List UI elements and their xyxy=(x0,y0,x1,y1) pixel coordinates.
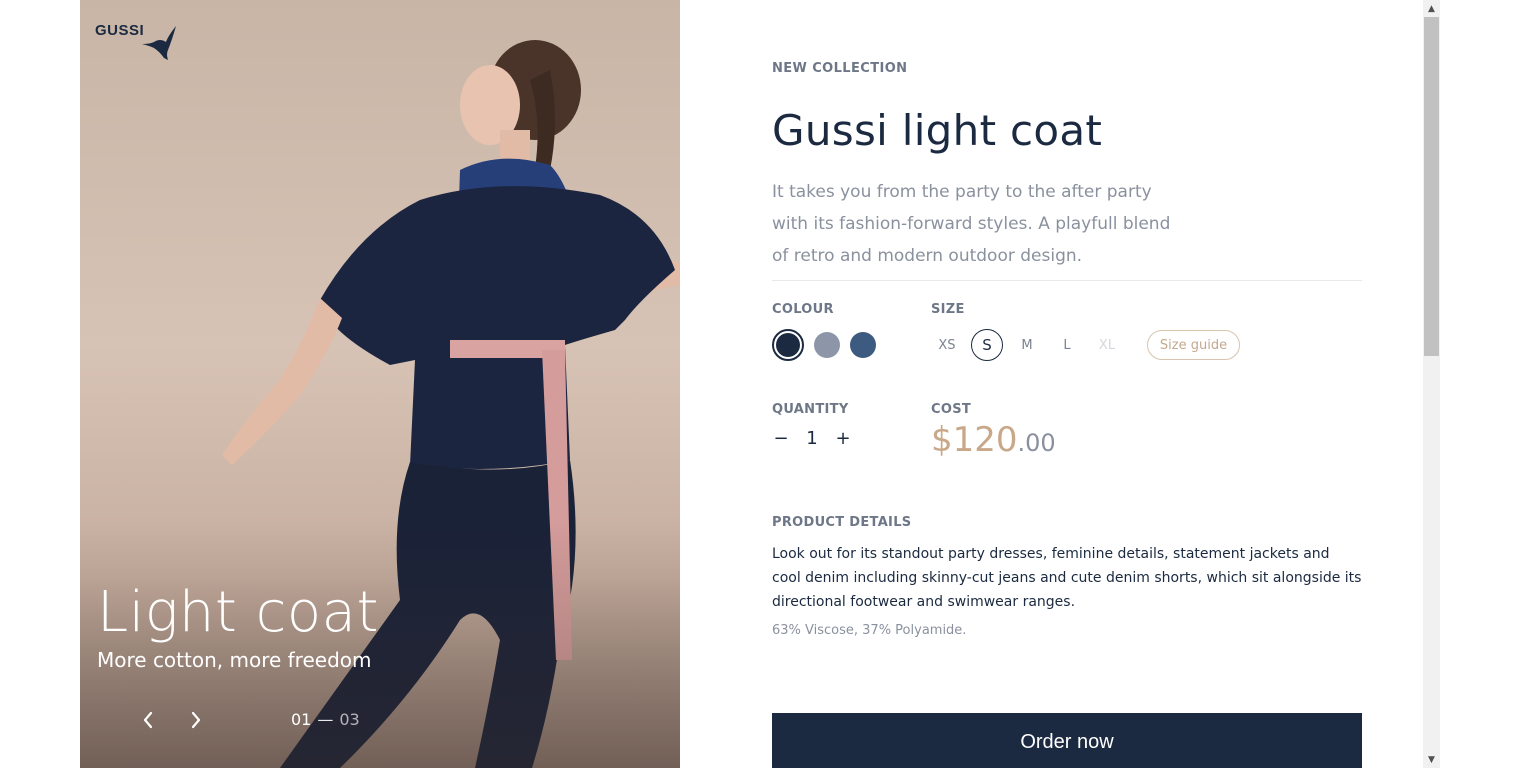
chevron-left-icon xyxy=(143,711,153,729)
next-slide-button[interactable] xyxy=(184,708,208,732)
size-option-l[interactable]: L xyxy=(1051,329,1083,361)
page-scrollbar[interactable]: ▲ ▼ xyxy=(1423,0,1440,768)
quantity-increment-button[interactable]: + xyxy=(834,428,852,449)
price-cents: .00 xyxy=(1017,429,1056,457)
collection-label: NEW COLLECTION xyxy=(772,61,908,76)
size-option-xs[interactable]: XS xyxy=(931,329,963,361)
pager-current: 01 xyxy=(291,710,312,729)
colour-swatch-blue[interactable] xyxy=(850,332,876,358)
size-options: XS S M L XL xyxy=(931,329,1131,361)
previous-slide-button[interactable] xyxy=(136,708,160,732)
scrollbar-thumb[interactable] xyxy=(1424,17,1439,356)
bird-icon xyxy=(142,26,177,60)
hero-panel: GUSSI Light coat More cotton, more freed… xyxy=(80,0,680,768)
size-option-s[interactable]: S xyxy=(971,329,1003,361)
quantity-value[interactable]: 1 xyxy=(790,428,834,449)
product-title: Gussi light coat xyxy=(772,106,1103,155)
cost-label: COST xyxy=(931,402,972,417)
colour-swatches xyxy=(772,329,886,361)
size-option-m[interactable]: M xyxy=(1011,329,1043,361)
product-details-text: Look out for its standout party dresses,… xyxy=(772,546,1362,610)
pager-separator: — xyxy=(317,710,334,729)
product-description: It takes you from the party to the after… xyxy=(772,182,1171,266)
size-label: SIZE xyxy=(931,302,965,317)
colour-swatch-grey[interactable] xyxy=(814,332,840,358)
product-material: 63% Viscose, 37% Polyamide. xyxy=(772,623,967,638)
quantity-stepper: − 1 + xyxy=(772,428,852,449)
hero-title: Light coat xyxy=(97,580,379,645)
order-now-button[interactable]: Order now xyxy=(772,713,1362,768)
slide-pager: 01 — 03 xyxy=(291,710,360,729)
scroll-down-arrow-icon[interactable]: ▼ xyxy=(1423,751,1440,768)
quantity-label: QUANTITY xyxy=(772,402,849,417)
product-price: $120 .00 xyxy=(931,420,1056,460)
chevron-right-icon xyxy=(191,711,201,729)
colour-label: COLOUR xyxy=(772,302,834,317)
scroll-up-arrow-icon[interactable]: ▲ xyxy=(1423,0,1440,17)
quantity-decrement-button[interactable]: − xyxy=(772,428,790,449)
brand-name: GUSSI xyxy=(95,22,145,39)
size-guide-button[interactable]: Size guide xyxy=(1147,330,1240,360)
size-option-xl: XL xyxy=(1098,337,1116,353)
pager-total: 03 xyxy=(339,710,360,729)
price-main: $120 xyxy=(931,420,1018,460)
product-details-panel: NEW COLLECTION Gussi light coat It takes… xyxy=(772,0,1362,768)
hero-subtitle: More cotton, more freedom xyxy=(97,648,372,672)
brand-logo[interactable]: GUSSI xyxy=(95,22,178,62)
colour-swatch-fill xyxy=(776,333,800,357)
colour-swatch-navy[interactable] xyxy=(772,329,804,361)
divider xyxy=(772,280,1362,281)
product-details-label: PRODUCT DETAILS xyxy=(772,515,912,530)
